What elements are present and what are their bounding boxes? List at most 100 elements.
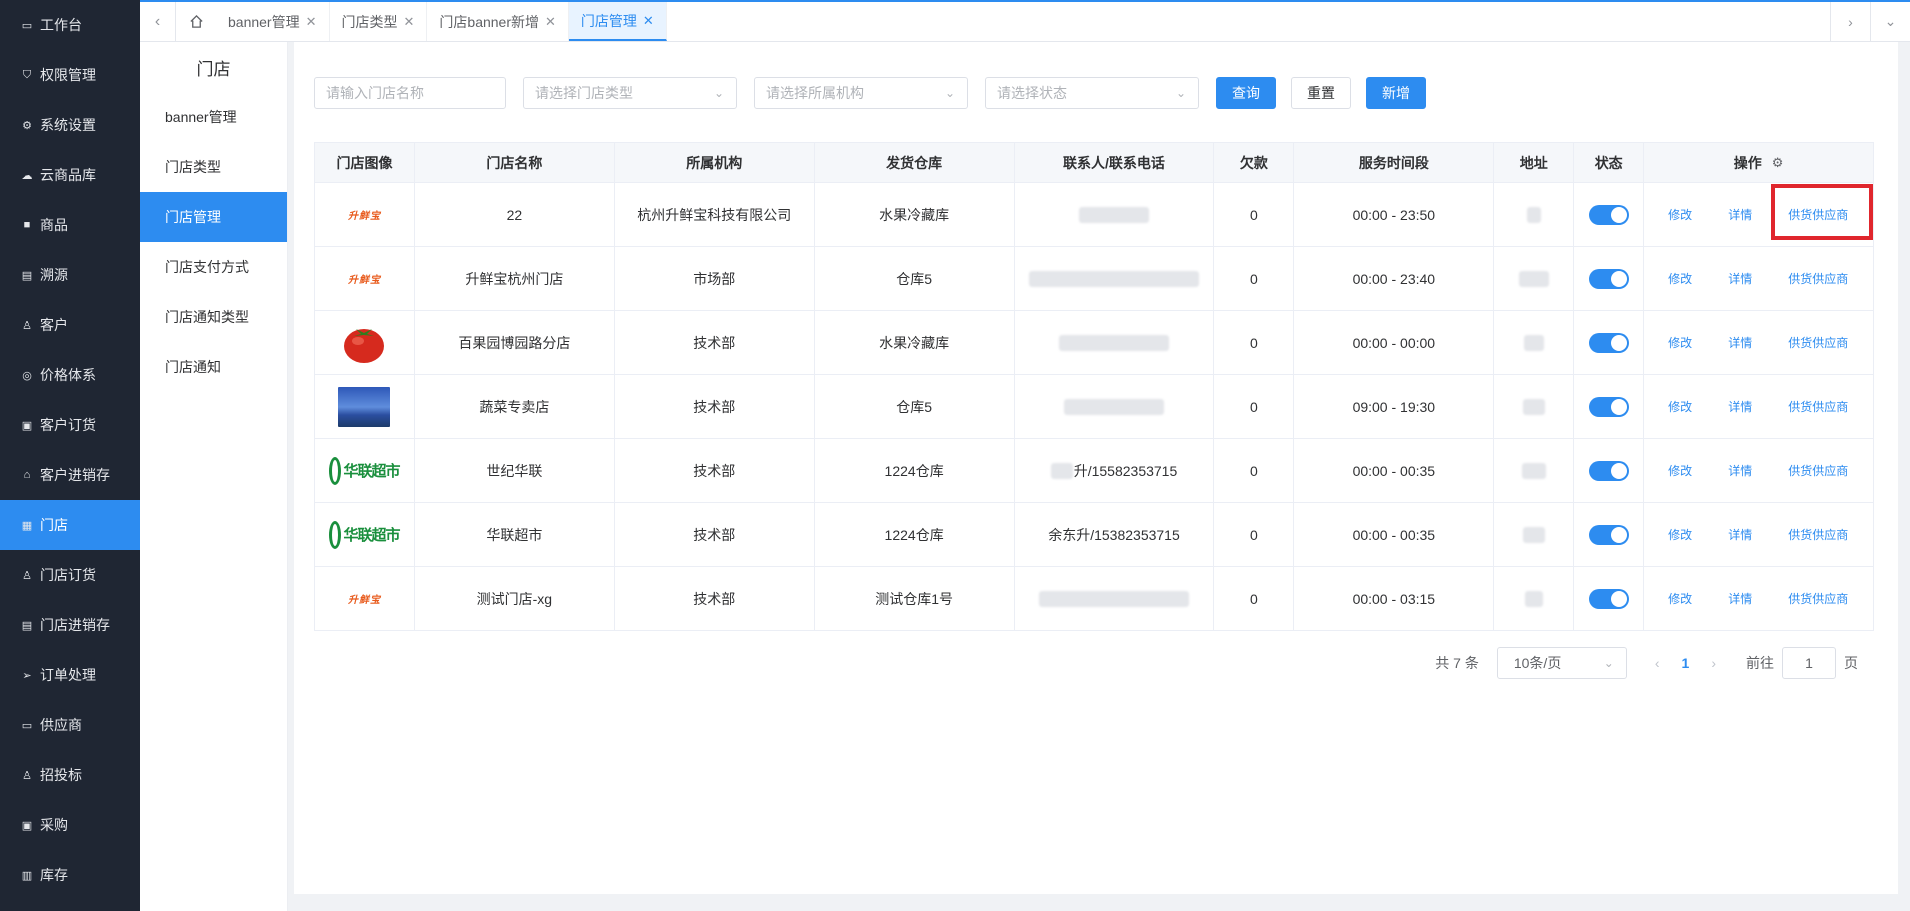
edit-link[interactable]: 修改 [1668,334,1692,351]
edit-link[interactable]: 修改 [1668,590,1692,607]
status-toggle[interactable] [1588,588,1629,609]
page-unit: 页 [1844,655,1858,671]
sidebar-item[interactable]: ⚙ 系统设置 [0,100,140,150]
close-icon[interactable]: ✕ [545,14,556,30]
store-org: 杭州升鲜宝科技有限公司 [615,183,815,246]
status-toggle[interactable] [1588,268,1629,289]
sidebar-item[interactable]: ◎ 价格体系 [0,350,140,400]
sub-item-store-management[interactable]: 门店管理 [140,192,287,242]
edit-link[interactable]: 修改 [1668,206,1692,223]
status-toggle[interactable] [1588,460,1629,481]
status-toggle[interactable] [1588,204,1629,225]
page-size-select[interactable]: 10条/页 ⌄ [1496,647,1627,679]
status-toggle[interactable] [1588,396,1629,417]
detail-link[interactable]: 详情 [1728,526,1752,543]
sidebar-item[interactable]: ▭ 工作台 [0,0,140,50]
detail-link[interactable]: 详情 [1728,462,1752,479]
price-icon: ◎ [22,369,32,382]
status-toggle[interactable] [1588,524,1629,545]
edit-link[interactable]: 修改 [1668,398,1692,415]
main-sidebar: ▭ 工作台 ⛉ 权限管理 ⚙ 系统设置 ☁ 云商品库 ■ 商品 ▤ 溯源 ♙ 客户 ◎ 价格体系 ▣ 客户订货 ⌂ 客… [0,0,140,911]
sidebar-item[interactable]: ▤ 门店进销存 [0,600,140,650]
status-toggle[interactable] [1588,332,1629,353]
sidebar-item[interactable]: ⌂ 客户进销存 [0,450,140,500]
store-contact [1015,311,1215,374]
page-number[interactable]: 1 [1682,655,1690,671]
sidebar-item[interactable]: ☁ 云商品库 [0,150,140,200]
sub-item-notice-type[interactable]: 门店通知类型 [140,292,287,342]
close-icon[interactable]: ✕ [643,13,654,29]
sidebar-item[interactable]: ▣ 采购 [0,800,140,850]
supplier-link[interactable]: 供货供应商 [1788,526,1848,543]
supplier-link[interactable]: 供货供应商 [1788,398,1848,415]
store-service-time: 00:00 - 00:35 [1294,503,1495,566]
home-tab[interactable] [176,2,216,41]
query-button[interactable]: 查询 [1216,77,1276,109]
store-type-select[interactable]: 请选择门店类型 ⌄ [523,77,737,109]
sub-item-banner[interactable]: banner管理 [140,92,287,142]
sidebar-item[interactable]: ▭ 供应商 [0,700,140,750]
shengxianbao-logo: 升鲜宝 [347,275,381,286]
store-service-time: 00:00 - 00:00 [1294,311,1495,374]
gear-icon[interactable]: ⚙ [1772,155,1784,171]
sidebar-item[interactable]: ➢ 订单处理 [0,650,140,700]
tab-label: 门店类型 [341,13,398,30]
home-icon: ⌂ [23,469,31,481]
tab-store-banner-add[interactable]: 门店banner新增 ✕ [427,2,569,41]
placeholder: 请输入门店名称 [326,85,424,101]
supplier-link[interactable]: 供货供应商 [1788,590,1848,607]
add-button[interactable]: 新增 [1366,77,1426,109]
tab-label: banner管理 [228,13,300,30]
tabs-scroll-right-button[interactable]: › [1830,2,1870,41]
sidebar-item[interactable]: ♙ 招投标 [0,750,140,800]
supplier-link[interactable]: 供货供应商 [1788,462,1848,479]
purchase-icon: ▣ [21,819,33,832]
tab-store-type[interactable]: 门店类型 ✕ [330,2,428,41]
tab-store-management[interactable]: 门店管理 ✕ [568,2,667,41]
sidebar-item-label: 门店进销存 [40,617,110,633]
store-contact: 余东升/15382353715 [1015,503,1215,566]
cloud-icon: ☁ [21,169,33,182]
store-image: 华联超市 [315,439,415,502]
sidebar-item[interactable]: ■ 商品 [0,200,140,250]
store-status [1574,311,1645,374]
sub-item-notice[interactable]: 门店通知 [140,342,287,392]
row-actions: 修改 详情 供货供应商 [1644,183,1875,246]
sidebar-item[interactable]: ⛉ 权限管理 [0,50,140,100]
edit-link[interactable]: 修改 [1668,270,1692,287]
detail-link[interactable]: 详情 [1728,398,1752,415]
store-name-input[interactable]: 请输入门店名称 [314,77,506,109]
sub-item-store-type[interactable]: 门店类型 [140,142,287,192]
hualian-logo: 华联超市 [329,520,400,549]
reset-button[interactable]: 重置 [1291,77,1351,109]
prev-page-button[interactable]: ‹ [1655,655,1660,671]
tab-banner[interactable]: banner管理 ✕ [216,2,330,41]
sidebar-item[interactable]: ▤ 溯源 [0,250,140,300]
sidebar-item[interactable]: ▦ 门店 [0,500,140,550]
sidebar-item[interactable]: ♙ 客户 [0,300,140,350]
goto-value: 1 [1805,655,1813,671]
detail-link[interactable]: 详情 [1728,590,1752,607]
store-contact [1015,567,1215,630]
detail-link[interactable]: 详情 [1728,270,1752,287]
sidebar-item[interactable]: ♙ 门店订货 [0,550,140,600]
edit-link[interactable]: 修改 [1668,462,1692,479]
edit-link[interactable]: 修改 [1668,526,1692,543]
sidebar-item[interactable]: ▥ 库存 [0,850,140,900]
org-select[interactable]: 请选择所属机构 ⌄ [754,77,968,109]
status-select[interactable]: 请选择状态 ⌄ [985,77,1199,109]
close-icon[interactable]: ✕ [306,14,317,30]
logo-text: 华联超市 [343,463,400,480]
close-icon[interactable]: ✕ [404,14,415,30]
supplier-link[interactable]: 供货供应商 [1788,270,1848,287]
detail-link[interactable]: 详情 [1728,206,1752,223]
store-org: 市场部 [615,247,815,310]
goto-page-input[interactable]: 1 [1782,647,1836,679]
tabs-scroll-left-button[interactable]: ‹ [140,2,176,41]
next-page-button[interactable]: › [1711,655,1716,671]
supplier-link[interactable]: 供货供应商 [1788,334,1848,351]
tabs-menu-button[interactable]: ⌄ [1870,2,1910,41]
sidebar-item[interactable]: ▣ 客户订货 [0,400,140,450]
detail-link[interactable]: 详情 [1728,334,1752,351]
sub-item-payment[interactable]: 门店支付方式 [140,242,287,292]
